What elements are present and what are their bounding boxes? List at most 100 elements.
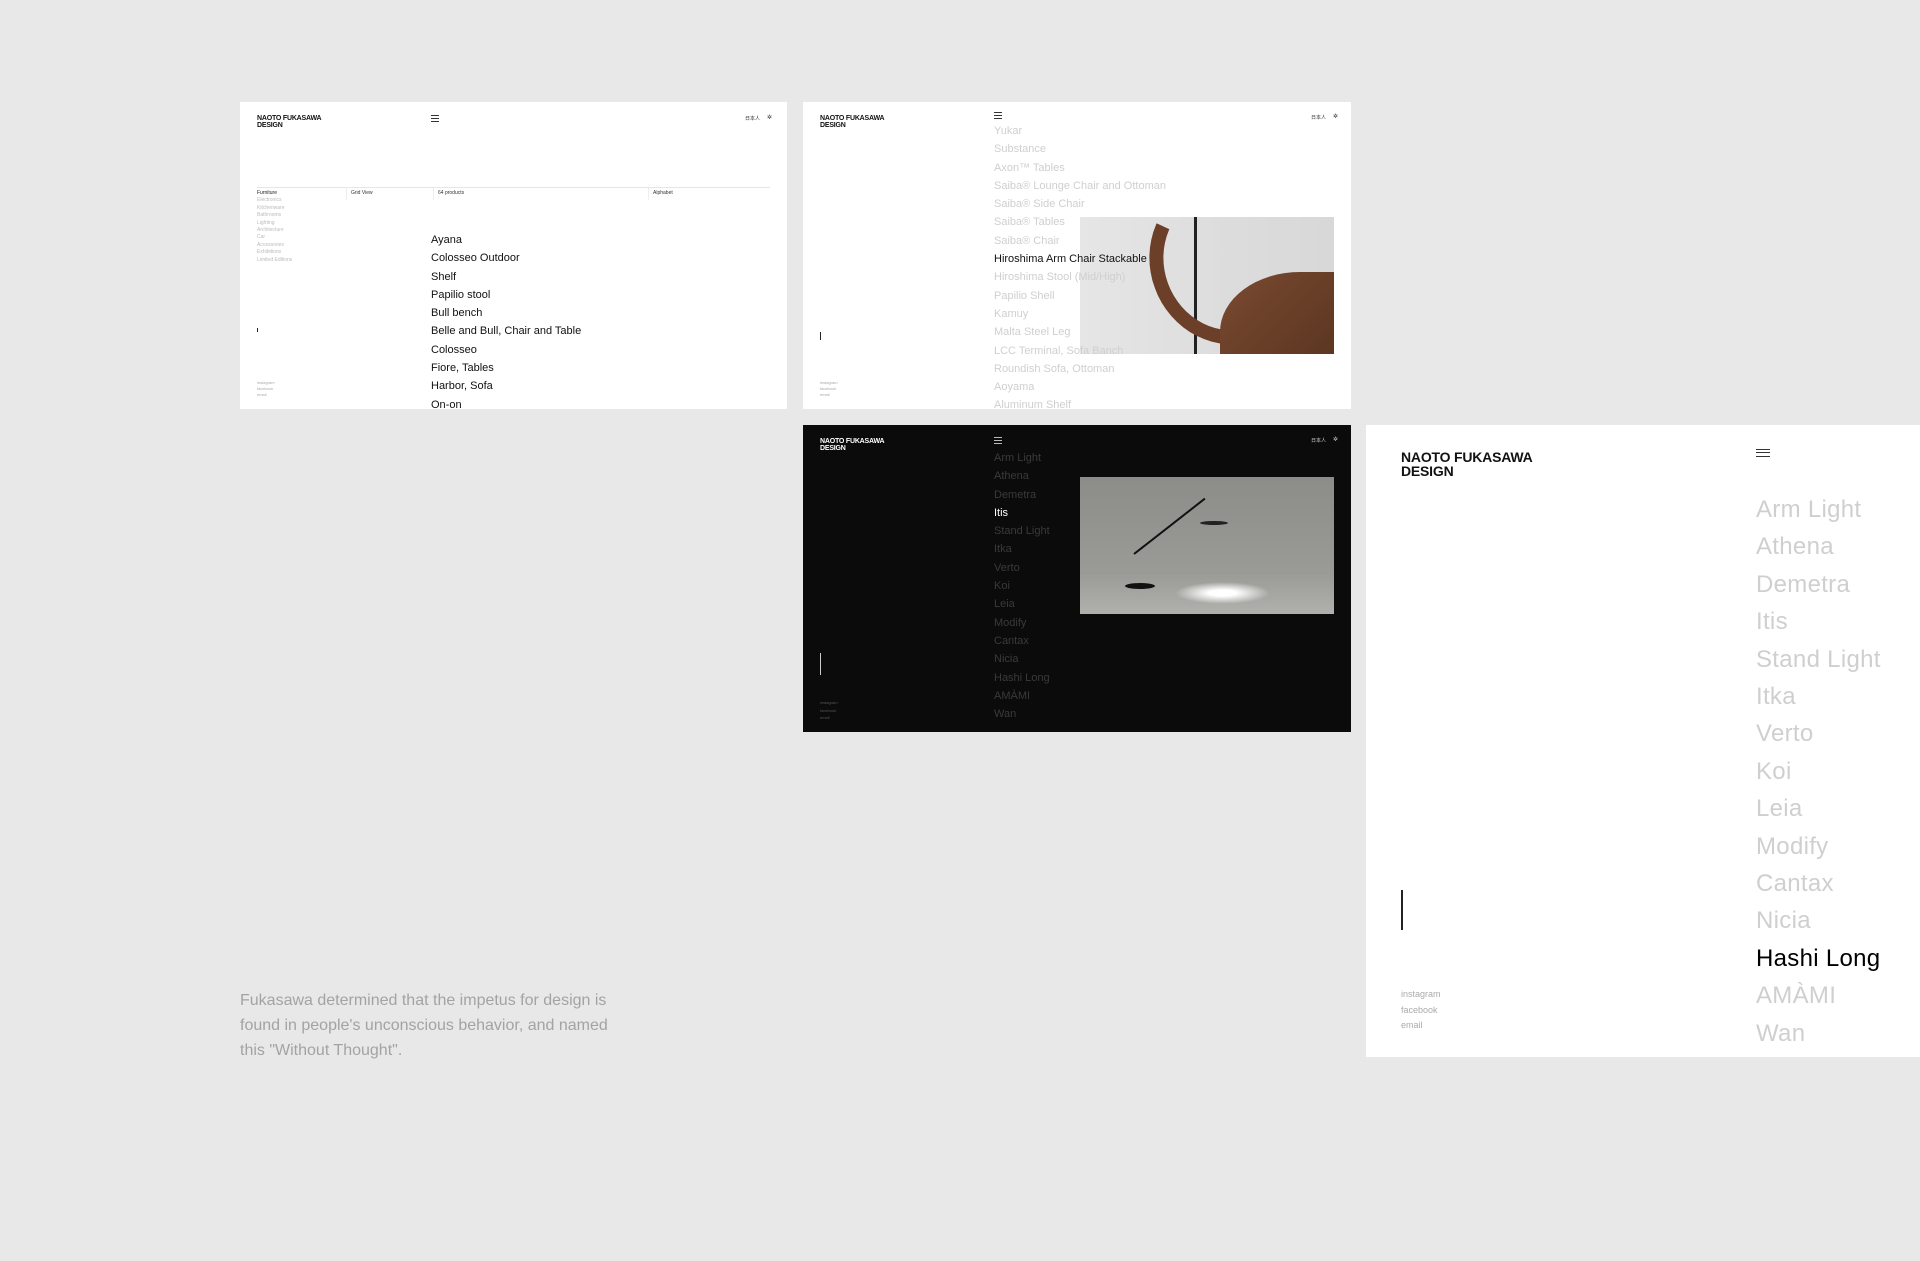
social-link-facebook[interactable]: facebook: [820, 707, 838, 715]
brand-line2: DESIGN: [1401, 463, 1454, 479]
product-list-item[interactable]: Arm Light: [994, 449, 1050, 467]
category-item[interactable]: Exhibitions: [257, 249, 292, 256]
social-link-facebook[interactable]: facebook: [1401, 1003, 1441, 1019]
product-list-item[interactable]: Ayana: [431, 231, 581, 249]
product-list-item[interactable]: Aoyama: [994, 378, 1166, 396]
product-list-item[interactable]: Verto: [994, 559, 1050, 577]
product-list-item[interactable]: Wan: [1756, 1015, 1881, 1052]
product-list-item[interactable]: Belle and Bull, Chair and Table: [431, 322, 581, 340]
category-item[interactable]: Furniture: [257, 190, 292, 197]
product-list-item[interactable]: Yukar: [994, 122, 1166, 140]
view-toggle[interactable]: Grid View: [351, 190, 373, 196]
product-list-item[interactable]: Cantax: [994, 632, 1050, 650]
product-image-lamp[interactable]: [1080, 477, 1334, 614]
hamburger-icon[interactable]: [431, 115, 439, 122]
product-list-item[interactable]: Arm Light: [1756, 491, 1881, 528]
product-list-item[interactable]: Koi: [1756, 753, 1881, 790]
product-list-item[interactable]: Itis: [994, 504, 1050, 522]
social-link-email[interactable]: email: [820, 392, 838, 398]
gear-icon[interactable]: ✲: [1333, 113, 1338, 120]
product-list-item[interactable]: LCC Terminal, Sofa Banch: [994, 342, 1166, 360]
product-list-item[interactable]: Cantax: [1756, 865, 1881, 902]
product-list-item[interactable]: Colosseo Outdoor: [431, 249, 581, 267]
category-item[interactable]: Car: [257, 234, 292, 241]
product-list-item[interactable]: Saiba® Chair: [994, 232, 1166, 250]
product-list-item[interactable]: Nicia: [994, 650, 1050, 668]
product-list-item[interactable]: Colosseo: [431, 341, 581, 359]
product-list-item[interactable]: Hashi Long: [1756, 940, 1881, 977]
brand-logo[interactable]: NAOTO FUKASAWA DESIGN: [820, 438, 885, 452]
product-list-item[interactable]: Stand Light: [994, 522, 1050, 540]
brand-logo[interactable]: NAOTO FUKASAWA DESIGN: [1401, 450, 1533, 478]
scroll-indicator[interactable]: [820, 653, 821, 675]
product-list-item[interactable]: On-on: [431, 396, 581, 409]
language-switch[interactable]: 日本人: [745, 115, 760, 122]
social-link-email[interactable]: email: [820, 714, 838, 722]
hamburger-icon[interactable]: [994, 112, 1002, 119]
product-list-item[interactable]: Itka: [994, 540, 1050, 558]
product-list-item[interactable]: Shelf: [431, 268, 581, 286]
brand-logo[interactable]: NAOTO FUKASAWA DESIGN: [820, 115, 885, 129]
product-list-item[interactable]: Koi: [994, 577, 1050, 595]
scroll-indicator[interactable]: [820, 332, 821, 340]
product-list-item[interactable]: Wan: [994, 705, 1050, 723]
product-list-item[interactable]: Saiba® Tables: [994, 213, 1166, 231]
product-list-item[interactable]: Hiroshima Arm Chair Stackable: [994, 250, 1166, 268]
product-list-item[interactable]: Nicia: [1756, 902, 1881, 939]
product-list-item[interactable]: Modify: [1756, 828, 1881, 865]
product-list-item[interactable]: Verto: [1756, 715, 1881, 752]
language-switch[interactable]: 日本人: [1311, 114, 1326, 121]
product-list-item[interactable]: Modify: [994, 614, 1050, 632]
product-list: Ayana Colosseo Outdoor Shelf Papilio stool B…: [431, 231, 581, 409]
product-list-item[interactable]: Papilio Shell: [994, 287, 1166, 305]
category-item[interactable]: Bathrooms: [257, 212, 292, 219]
product-list-item[interactable]: Itis: [1756, 603, 1881, 640]
product-list-item[interactable]: Axon™ Tables: [994, 159, 1166, 177]
product-list: Arm Light Athena Demetra Itis Stand Light Itk…: [994, 449, 1050, 723]
brand-line1: NAOTO FUKASAWA: [257, 115, 322, 122]
product-list-item[interactable]: Harbor, Sofa: [431, 377, 581, 395]
product-list-item[interactable]: AMÀMI: [994, 687, 1050, 705]
product-list-item[interactable]: Aluminum Shelf: [994, 396, 1166, 409]
category-item[interactable]: Limited Editions: [257, 257, 292, 264]
product-list-item[interactable]: Substance: [994, 140, 1166, 158]
scroll-indicator[interactable]: [1401, 890, 1403, 930]
product-list-item[interactable]: Kamuy: [994, 305, 1166, 323]
social-link-email[interactable]: email: [1401, 1018, 1441, 1034]
product-list-item[interactable]: Papilio stool: [431, 286, 581, 304]
hamburger-icon[interactable]: [1756, 449, 1770, 457]
product-list-item[interactable]: Demetra: [1756, 566, 1881, 603]
separator: [346, 188, 347, 200]
product-list-item[interactable]: Saiba® Lounge Chair and Ottoman: [994, 177, 1166, 195]
product-list-item[interactable]: Leia: [994, 595, 1050, 613]
product-list-item[interactable]: Athena: [994, 467, 1050, 485]
product-list-item[interactable]: Bull bench: [431, 304, 581, 322]
product-list-item[interactable]: Itka: [1756, 678, 1881, 715]
category-item[interactable]: Electronics: [257, 197, 292, 204]
product-list-item[interactable]: Roundish Sofa, Ottoman: [994, 360, 1166, 378]
hamburger-icon[interactable]: [994, 437, 1002, 444]
sort-select[interactable]: Alphabet: [653, 190, 673, 196]
product-list-item[interactable]: Leia: [1756, 790, 1881, 827]
social-link-instagram[interactable]: instagram: [820, 699, 838, 707]
product-list-item[interactable]: Athena: [1756, 528, 1881, 565]
category-item[interactable]: Accessories: [257, 242, 292, 249]
product-list-item[interactable]: Hashi Long: [994, 669, 1050, 687]
category-item[interactable]: Architecture: [257, 227, 292, 234]
product-list-item[interactable]: AMÀMI: [1756, 977, 1881, 1014]
category-item[interactable]: Lighting: [257, 220, 292, 227]
social-link-email[interactable]: email: [257, 392, 275, 398]
gear-icon[interactable]: ✲: [1333, 436, 1338, 443]
social-link-instagram[interactable]: instagram: [1401, 987, 1441, 1003]
language-switch[interactable]: 日本人: [1311, 437, 1326, 444]
product-list-item[interactable]: Hiroshima Stool (Mid/High): [994, 268, 1166, 286]
product-list-item[interactable]: Malta Steel Leg: [994, 323, 1166, 341]
scroll-indicator[interactable]: [257, 328, 258, 332]
product-list-item[interactable]: Saiba® Side Chair: [994, 195, 1166, 213]
product-list-item[interactable]: Fiore, Tables: [431, 359, 581, 377]
brand-logo[interactable]: NAOTO FUKASAWA DESIGN: [257, 115, 322, 129]
category-item[interactable]: Kitchenware: [257, 205, 292, 212]
gear-icon[interactable]: ✲: [767, 114, 772, 121]
product-list-item[interactable]: Stand Light: [1756, 641, 1881, 678]
product-list-item[interactable]: Demetra: [994, 486, 1050, 504]
